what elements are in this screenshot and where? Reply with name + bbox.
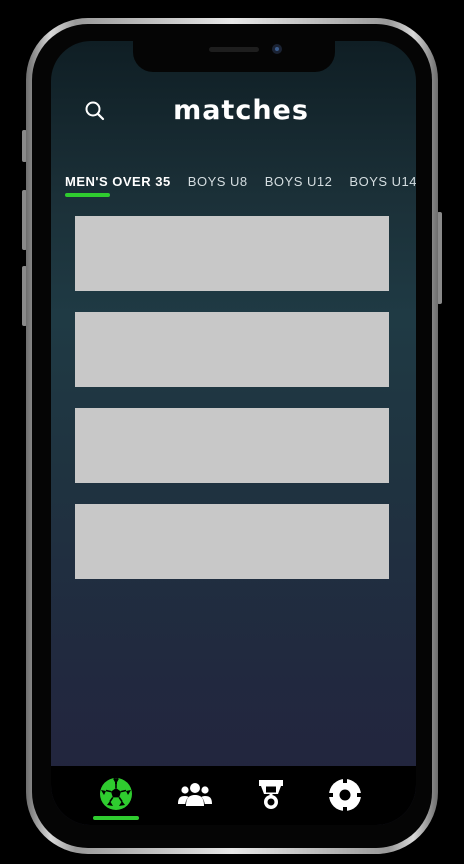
division-tabs: MEN'S OVER 35 BOYS U8 BOYS U12 BOYS U14: [65, 173, 416, 203]
active-nav-indicator: [93, 816, 139, 820]
app-header: matches: [51, 91, 416, 131]
tab-boys-u12[interactable]: BOYS U12: [265, 173, 333, 191]
team-icon: [172, 776, 218, 812]
medal-icon: [248, 776, 294, 812]
match-card[interactable]: [75, 408, 389, 483]
app-screen: matches MEN'S OVER 35 BOYS U8 BOYS U12 B…: [51, 41, 416, 825]
phone-speaker: [209, 47, 259, 52]
match-card[interactable]: [75, 216, 389, 291]
match-list: [75, 216, 389, 600]
page-title: matches: [173, 95, 309, 126]
active-tab-indicator: [65, 193, 110, 197]
bottom-navigation: [51, 766, 416, 825]
search-icon[interactable]: [84, 100, 106, 122]
tab-boys-u14[interactable]: BOYS U14: [349, 173, 416, 191]
nav-standings[interactable]: [248, 776, 294, 820]
settings-icon: [322, 776, 368, 814]
soccer-ball-icon: [93, 776, 139, 812]
nav-matches[interactable]: [93, 776, 139, 820]
tab-label: BOYS U12: [264, 174, 333, 189]
phone-notch: [133, 36, 335, 72]
front-camera: [272, 44, 282, 54]
tab-mens-over-35[interactable]: MEN'S OVER 35: [65, 173, 171, 197]
phone-mockup: matches MEN'S OVER 35 BOYS U8 BOYS U12 B…: [0, 0, 464, 864]
nav-teams[interactable]: [172, 776, 218, 820]
match-card[interactable]: [75, 504, 389, 579]
tab-label: BOYS U14: [349, 174, 416, 189]
tab-label: BOYS U8: [187, 174, 248, 189]
tab-label: MEN'S OVER 35: [65, 174, 171, 189]
nav-settings[interactable]: [322, 776, 368, 820]
match-card[interactable]: [75, 312, 389, 387]
tab-boys-u8[interactable]: BOYS U8: [188, 173, 248, 191]
